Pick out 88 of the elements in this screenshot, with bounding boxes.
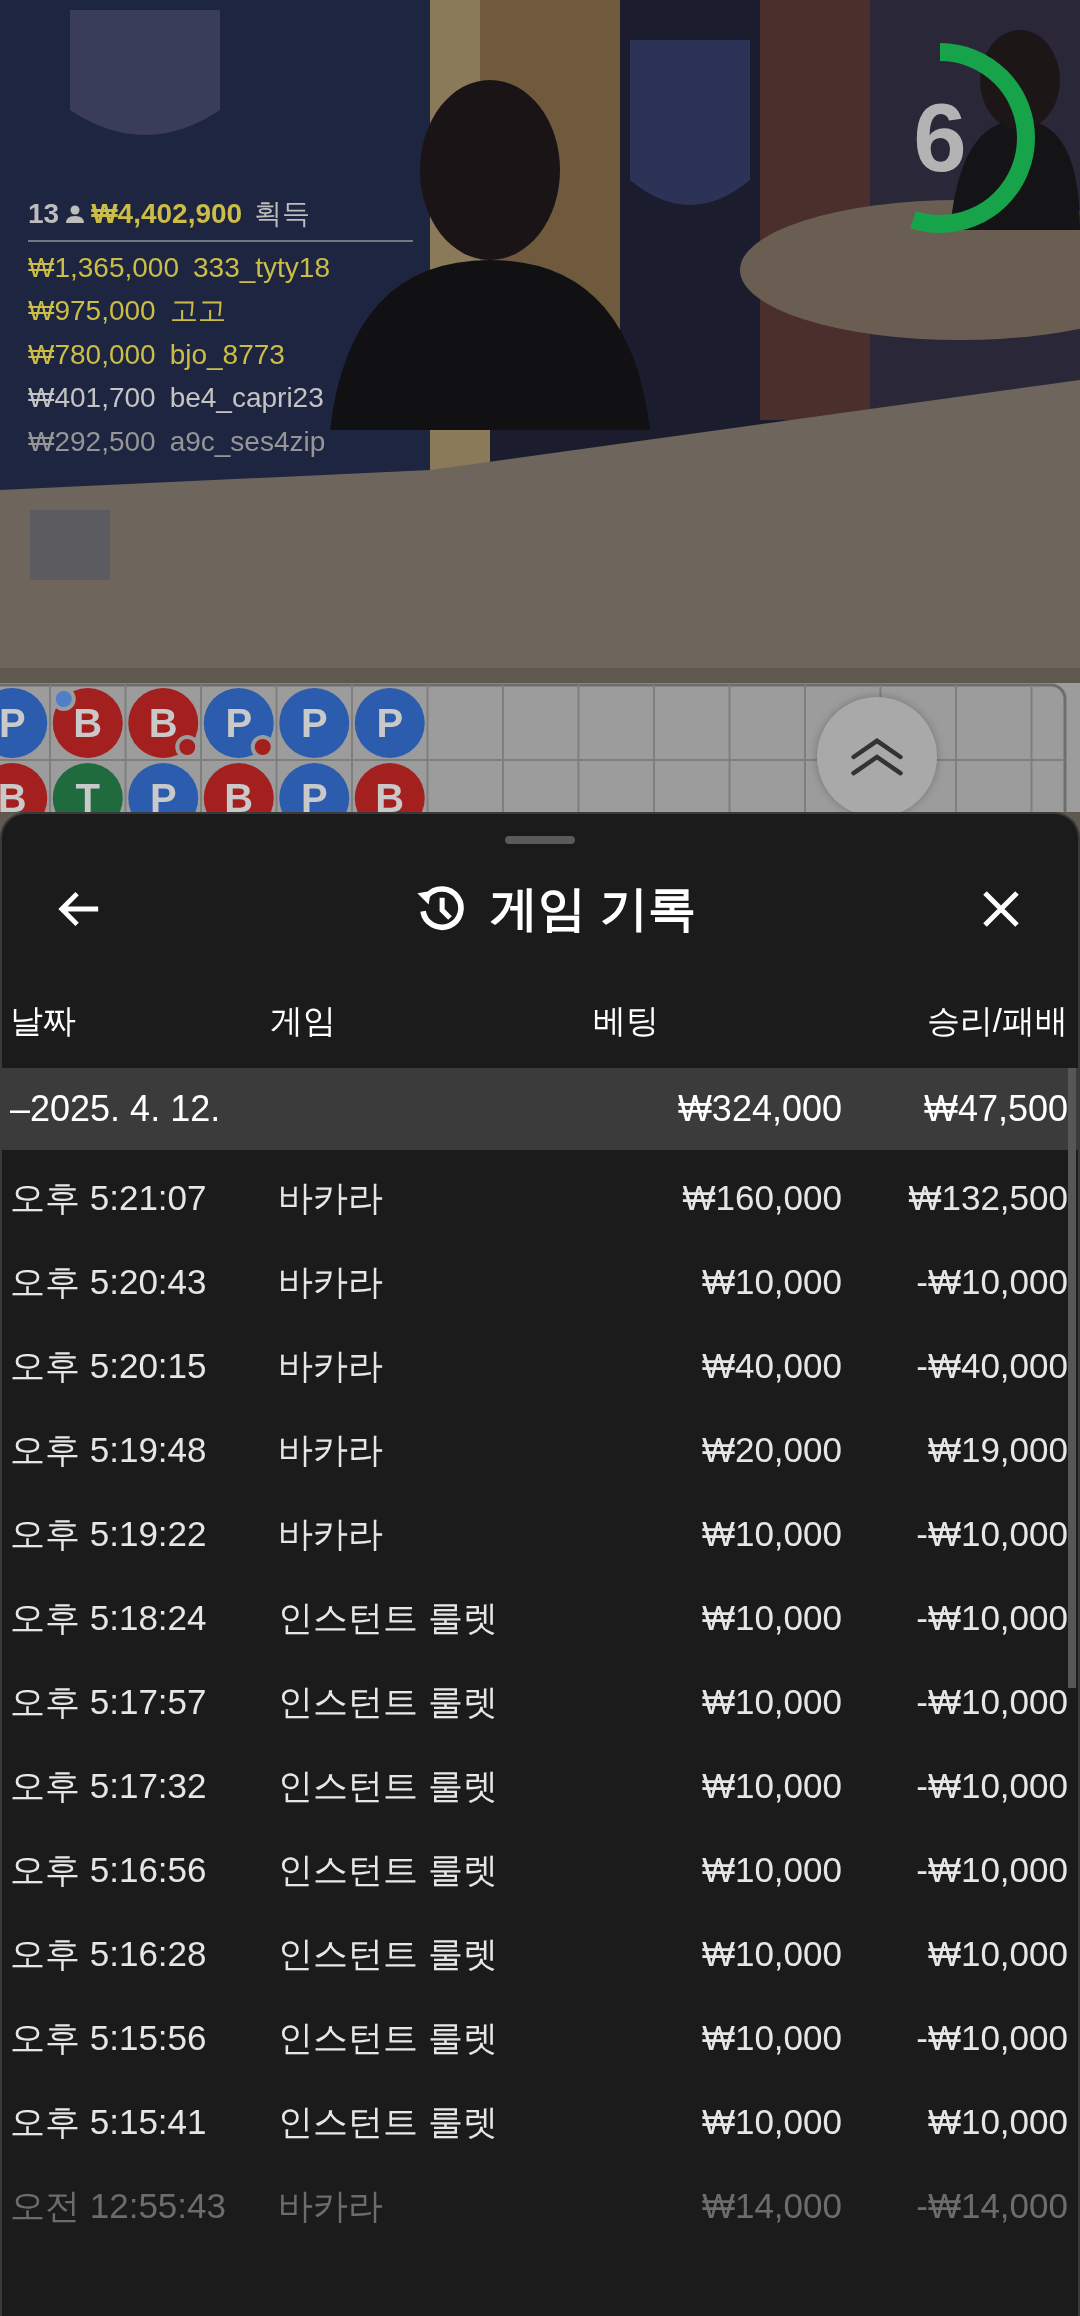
table-cell-text: ₩40,000 bbox=[700, 1346, 842, 1386]
table-cell-text: ₩20,000 bbox=[700, 1430, 842, 1470]
table-cell-text: -₩10,000 bbox=[915, 1850, 1068, 1890]
table-cell-text: ₩19,000 bbox=[926, 1430, 1068, 1470]
drag-handle[interactable] bbox=[505, 836, 575, 844]
player-count: 13 bbox=[28, 198, 60, 230]
sheet-title: 게임 기록 bbox=[490, 881, 696, 937]
table-cell-text: -₩10,000 bbox=[915, 1514, 1068, 1554]
road-bead: T bbox=[52, 763, 123, 812]
table-cell-text: 바카라 bbox=[277, 1344, 384, 1387]
table-cell-text: 바카라 bbox=[277, 1260, 384, 1303]
column-header: 날짜 bbox=[10, 1000, 77, 1041]
table-cell-text: 인스턴트 룰렛 bbox=[277, 1848, 499, 1891]
table-cell-text: 인스턴트 룰렛 bbox=[277, 1764, 499, 1807]
winner-name: bjo_8773 bbox=[169, 338, 285, 371]
table-cell-text: 오후 5:17:57 bbox=[10, 1680, 208, 1723]
countdown-number: 6 bbox=[913, 90, 967, 186]
table-cell-text: -₩10,000 bbox=[915, 1682, 1068, 1722]
table-cell-text: ₩10,000 bbox=[700, 1766, 842, 1806]
table-cell-text: ₩10,000 bbox=[926, 2102, 1068, 2142]
table-cell-text: -₩10,000 bbox=[915, 1262, 1068, 1302]
table-cell-text: 바카라 bbox=[277, 2184, 384, 2227]
road-bead: B bbox=[128, 688, 200, 759]
table-cell-text: 바카라 bbox=[277, 1176, 384, 1219]
table-cell-text: 오후 5:18:24 bbox=[10, 1596, 208, 1639]
road-bead: P bbox=[279, 688, 350, 758]
table-cell-text: ₩10,000 bbox=[700, 1262, 842, 1302]
column-header: 승리/패배 bbox=[925, 1000, 1068, 1041]
table-cell-text: 오후 5:20:43 bbox=[10, 1260, 208, 1303]
road-bead: P bbox=[203, 688, 275, 759]
table-cell-text: ₩10,000 bbox=[700, 1850, 842, 1890]
road-bead: P bbox=[279, 763, 350, 812]
date-summary-row[interactable]: –2025. 4. 12. ₩324,000 ₩47,500 bbox=[2, 1068, 1078, 1150]
table-cell-text: 오후 5:19:48 bbox=[10, 1428, 208, 1471]
table-cell-text: ₩14,000 bbox=[700, 2186, 842, 2226]
road-bead: P bbox=[354, 688, 425, 758]
table-cell-text: ₩160,000 bbox=[681, 1178, 842, 1218]
road-bead: P bbox=[128, 763, 199, 812]
table-cell-text: 오후 5:19:22 bbox=[10, 1512, 208, 1555]
total-winnings: ₩4,402,900 bbox=[91, 198, 243, 230]
table-cell-text: 인스턴트 룰렛 bbox=[277, 1680, 499, 1723]
table-cell-text: ₩10,000 bbox=[926, 1934, 1068, 1974]
winner-name: be4_capri23 bbox=[169, 382, 324, 415]
winner-amount: ₩975,000 bbox=[28, 295, 156, 328]
scrollbar[interactable] bbox=[1068, 1068, 1076, 1688]
winner-amount: ₩780,000 bbox=[28, 338, 156, 371]
table-cell-text: -₩10,000 bbox=[915, 2018, 1068, 2058]
table-cell-text: ₩10,000 bbox=[700, 1514, 842, 1554]
winner-amount: ₩401,700 bbox=[28, 382, 156, 415]
table-cell-text: ₩10,000 bbox=[700, 2102, 842, 2142]
table-cell-text: 오후 5:16:56 bbox=[10, 1848, 208, 1891]
winner-name: 고고 bbox=[169, 294, 226, 329]
table-cell-text: 인스턴트 룰렛 bbox=[277, 2100, 499, 2143]
winner-amount: ₩1,365,000 bbox=[28, 251, 179, 284]
table-cell-text: 오후 5:21:07 bbox=[10, 1176, 208, 1219]
person-icon bbox=[65, 204, 86, 224]
road-bead: P bbox=[0, 688, 48, 758]
winner-name: 333_tyty18 bbox=[193, 251, 330, 284]
table-cell-text: -₩10,000 bbox=[915, 1598, 1068, 1638]
table-cell-text: 바카라 bbox=[277, 1428, 384, 1471]
summary-result: ₩47,500 bbox=[922, 1088, 1068, 1130]
table-cell-text: ₩10,000 bbox=[700, 2018, 842, 2058]
column-header: 게임 bbox=[269, 1000, 337, 1041]
double-chevron-up-icon bbox=[850, 736, 904, 778]
road-bead: B bbox=[51, 687, 123, 758]
table-cell-text: ₩10,000 bbox=[700, 1682, 842, 1722]
table-cell-text: 오후 5:16:28 bbox=[10, 1932, 208, 1975]
column-header: 베팅 bbox=[592, 1000, 660, 1041]
table-cell-text: 바카라 bbox=[277, 1512, 384, 1555]
table-cell-text: ₩132,500 bbox=[907, 1178, 1068, 1218]
table-cell-text: ₩10,000 bbox=[700, 1934, 842, 1974]
table-cell-text: 오후 5:17:32 bbox=[10, 1764, 208, 1807]
winnings-label: 획득 bbox=[254, 197, 311, 231]
table-cell-text: 오후 5:15:41 bbox=[10, 2100, 208, 2143]
table-cell-text: 오전 12:55:43 bbox=[10, 2184, 227, 2227]
table-cell-text: 인스턴트 룰렛 bbox=[277, 1596, 499, 1639]
table-cell-text: -₩40,000 bbox=[915, 1346, 1068, 1386]
table-cell-text: 인스턴트 룰렛 bbox=[277, 1932, 499, 1975]
table-cell-text: -₩14,000 bbox=[915, 2186, 1068, 2226]
winner-amount: ₩292,500 bbox=[28, 425, 156, 458]
winner-name: a9c_ses4zip bbox=[169, 425, 326, 458]
table-cell-text: 오후 5:20:15 bbox=[10, 1344, 208, 1387]
table-cell-text: -₩10,000 bbox=[915, 1766, 1068, 1806]
table-cell-text: 오후 5:15:56 bbox=[10, 2016, 208, 2059]
summary-date: –2025. 4. 12. bbox=[10, 1088, 222, 1130]
summary-bet: ₩324,000 bbox=[676, 1088, 842, 1130]
table-cell-text: 인스턴트 룰렛 bbox=[277, 2016, 499, 2059]
table-cell-text: ₩10,000 bbox=[700, 1598, 842, 1638]
